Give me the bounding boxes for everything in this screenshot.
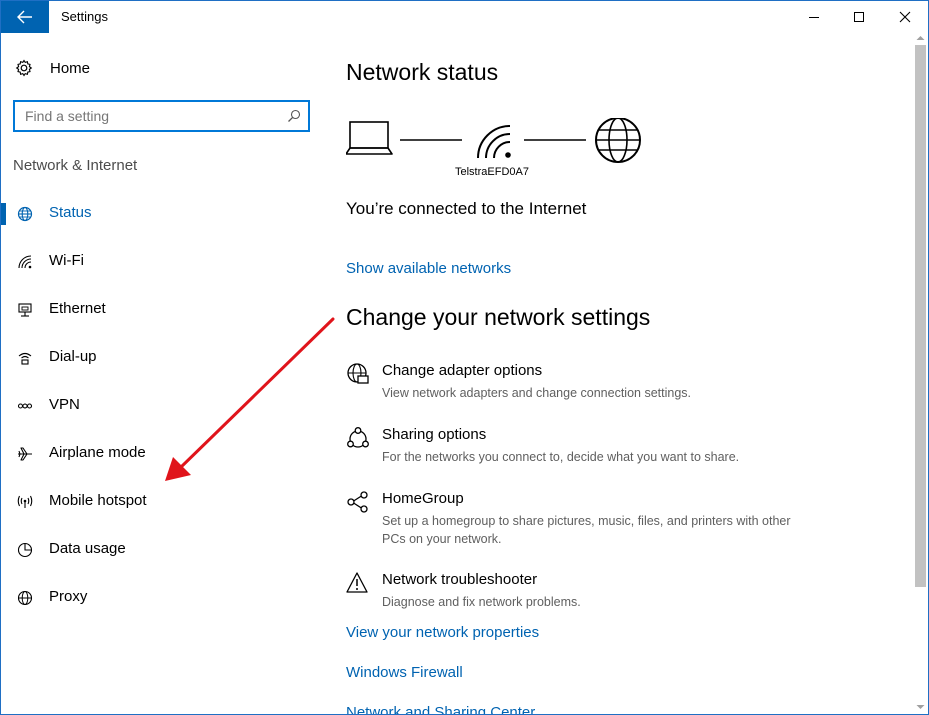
network-name: TelstraEFD0A7 (455, 166, 529, 178)
app-title: Settings (61, 9, 108, 24)
homegroup-icon (347, 491, 368, 513)
search-input[interactable] (15, 102, 285, 130)
ethernet-icon (16, 301, 34, 319)
view-network-properties-link[interactable]: View your network properties (346, 624, 539, 641)
home-label: Home (50, 59, 91, 77)
minimize-icon (809, 17, 819, 18)
sharing-icon (347, 427, 369, 448)
sidebar-item-label: Proxy (49, 588, 88, 605)
sidebar-item-label: VPN (49, 396, 80, 413)
back-arrow-icon (17, 10, 32, 24)
option-network-troubleshooter[interactable]: Network troubleshooter Diagnose and fix … (346, 571, 846, 621)
sidebar-item-label: Mobile hotspot (49, 492, 147, 509)
sidebar-item-label: Ethernet (49, 300, 106, 317)
option-description: Set up a homegroup to share pictures, mu… (382, 514, 791, 546)
active-indicator (1, 203, 6, 225)
sidebar-item-label: Dial-up (49, 348, 97, 365)
option-homegroup[interactable]: HomeGroup Set up a homegroup to share pi… (346, 490, 846, 558)
vertical-scrollbar[interactable] (913, 33, 928, 714)
laptop-icon (346, 121, 393, 155)
data-usage-icon (16, 541, 34, 559)
title-bar: Settings (1, 1, 928, 33)
wifi-icon (16, 253, 34, 271)
internet-globe-icon (595, 118, 641, 163)
sidebar-item-label: Status (49, 204, 92, 221)
sidebar-item-data-usage[interactable]: Data usage (1, 529, 321, 569)
search-icon[interactable] (287, 109, 301, 123)
network-sharing-center-link[interactable]: Network and Sharing Center (346, 704, 535, 714)
adapter-icon (347, 363, 369, 384)
sidebar-item-status[interactable]: Status (1, 193, 321, 233)
proxy-globe-icon (16, 589, 34, 607)
home-link[interactable]: Home (15, 59, 90, 77)
network-diagram: TelstraEFD0A7 (346, 118, 646, 188)
option-title: Network troubleshooter (382, 571, 538, 588)
option-description: Diagnose and fix network problems. (382, 595, 581, 609)
windows-firewall-link[interactable]: Windows Firewall (346, 664, 463, 681)
connection-status-text: You’re connected to the Internet (346, 199, 587, 218)
wifi-signal-icon (477, 125, 511, 159)
option-title: Change adapter options (382, 362, 543, 379)
settings-window: Settings Home Network & Internet (0, 0, 929, 715)
scroll-down-icon[interactable] (916, 704, 925, 710)
sidebar-item-label: Wi-Fi (49, 252, 84, 269)
sidebar-item-label: Data usage (49, 540, 126, 557)
sidebar-item-wifi[interactable]: Wi-Fi (1, 241, 321, 281)
option-description: View network adapters and change connect… (382, 386, 691, 400)
maximize-button[interactable] (836, 1, 882, 33)
vpn-icon (16, 397, 34, 415)
option-description: For the networks you connect to, decide … (382, 450, 740, 464)
network-status-heading: Network status (346, 59, 499, 85)
option-change-adapter[interactable]: Change adapter options View network adap… (346, 362, 846, 412)
close-icon (899, 11, 911, 23)
annotation-arrow (165, 317, 335, 481)
option-sharing[interactable]: Sharing options For the networks you con… (346, 426, 846, 476)
show-available-networks-link[interactable]: Show available networks (346, 260, 511, 277)
search-box[interactable] (13, 100, 310, 132)
sidebar-item-label: Airplane mode (49, 444, 146, 461)
airplane-icon (16, 445, 34, 463)
globe-icon (16, 205, 34, 223)
option-title: Sharing options (382, 426, 487, 443)
back-button[interactable] (1, 1, 49, 33)
sidebar-item-proxy[interactable]: Proxy (1, 577, 321, 617)
maximize-icon (854, 12, 864, 22)
gear-icon (15, 59, 33, 77)
section-label: Network & Internet (13, 157, 138, 174)
warning-icon (346, 572, 368, 593)
option-title: HomeGroup (382, 490, 464, 507)
hotspot-icon (16, 493, 34, 511)
main-content: Network status TelstraEFD0A7 You’re conn… (346, 33, 906, 714)
scroll-up-icon[interactable] (916, 35, 925, 41)
close-button[interactable] (882, 1, 928, 33)
minimize-button[interactable] (791, 1, 837, 33)
scrollbar-thumb[interactable] (915, 45, 926, 587)
change-settings-heading: Change your network settings (346, 304, 651, 330)
dialup-icon (16, 349, 34, 367)
